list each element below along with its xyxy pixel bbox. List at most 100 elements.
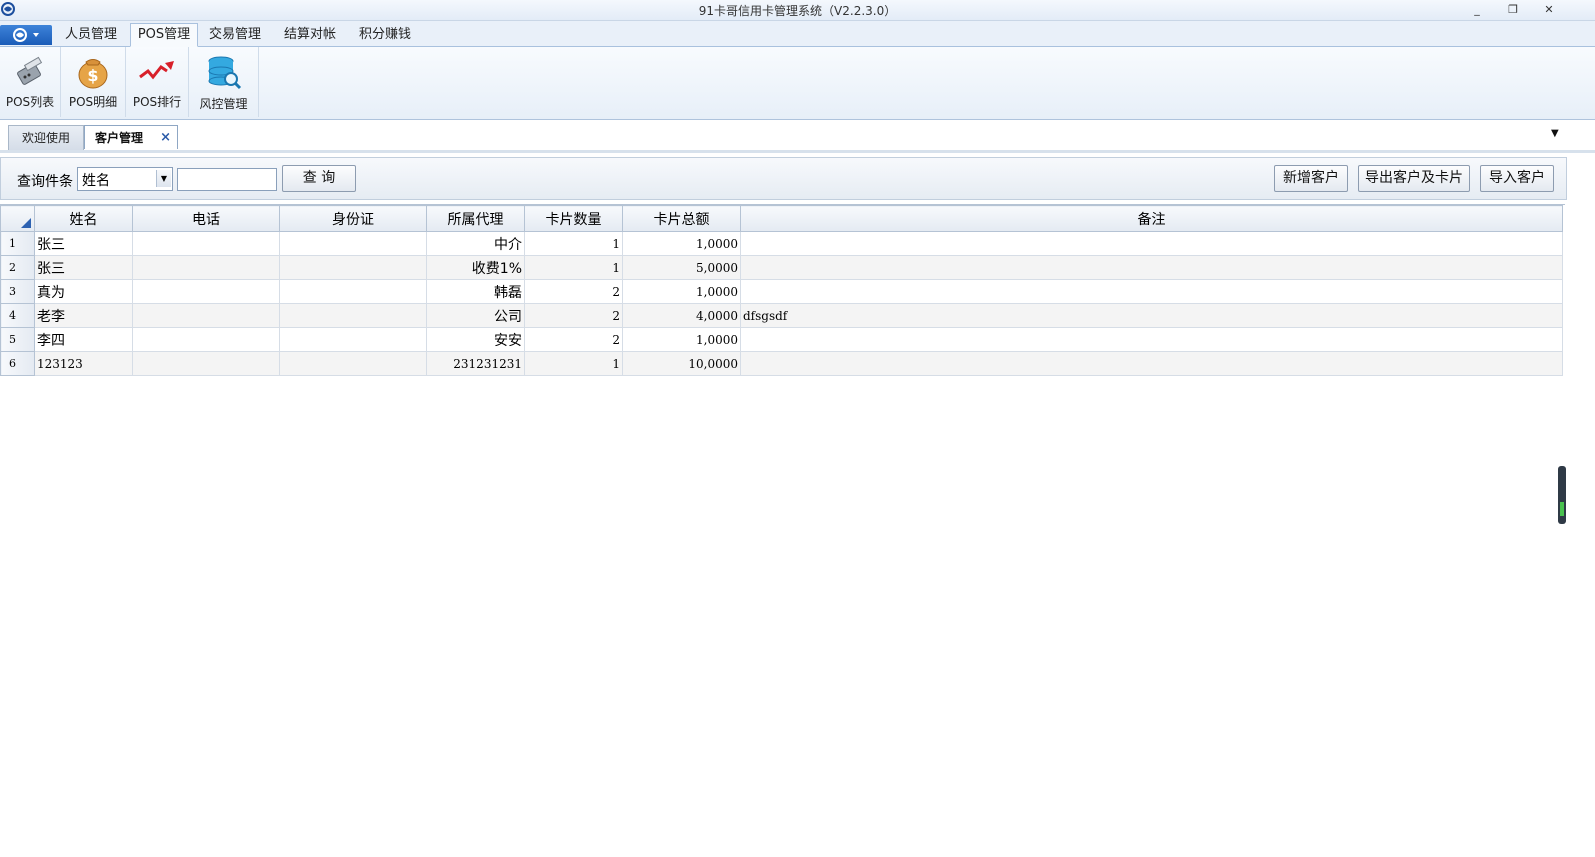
tab-transactions[interactable]: 交易管理 xyxy=(202,24,268,46)
restore-button[interactable]: ❐ xyxy=(1500,1,1526,18)
query-panel: 查询件条 姓名 ▼ 查 询 新增客户 导出客户及卡片 导入客户 xyxy=(0,157,1567,200)
row-number[interactable]: 4 xyxy=(0,303,35,328)
pos-ranking-label: POS排行 xyxy=(132,95,182,109)
row-number[interactable]: 2 xyxy=(0,255,35,280)
cell-card-count[interactable]: 1 xyxy=(524,231,623,256)
pos-list-button[interactable]: POS列表 xyxy=(0,47,61,117)
doc-tab-welcome[interactable]: 欢迎使用 xyxy=(8,125,84,150)
column-header-card-total[interactable]: 卡片总额 xyxy=(622,205,741,232)
add-customer-button[interactable]: 新增客户 xyxy=(1274,165,1348,192)
cell-card-total[interactable]: 4,0000 xyxy=(622,303,741,328)
cell-card-total[interactable]: 10,0000 xyxy=(622,351,741,376)
query-input[interactable] xyxy=(177,168,277,191)
cell-phone[interactable] xyxy=(132,231,280,256)
tab-settlement[interactable]: 结算对帐 xyxy=(277,24,343,46)
cell-name[interactable]: 真为 xyxy=(34,279,133,304)
table-row[interactable]: 2 张三 收费1% 1 5,0000 xyxy=(0,255,1563,280)
table-row[interactable]: 4 老李 公司 2 4,0000 dfsgsdf xyxy=(0,303,1563,328)
search-button[interactable]: 查 询 xyxy=(282,165,356,192)
cell-card-count[interactable]: 1 xyxy=(524,351,623,376)
cell-id-card[interactable] xyxy=(279,351,427,376)
tab-personnel[interactable]: 人员管理 xyxy=(58,24,124,46)
handle-indicator-icon xyxy=(1560,502,1564,516)
title-bar: 91卡哥信用卡管理系统（V2.2.3.0） _ ❐ ✕ xyxy=(0,0,1595,21)
cell-phone[interactable] xyxy=(132,279,280,304)
cell-agent[interactable]: 收费1% xyxy=(426,255,525,280)
pos-detail-button[interactable]: $ POS明细 xyxy=(61,47,126,117)
cell-note[interactable] xyxy=(740,327,1563,352)
cell-name[interactable]: 李四 xyxy=(34,327,133,352)
cell-name[interactable]: 张三 xyxy=(34,231,133,256)
cell-card-total[interactable]: 5,0000 xyxy=(622,255,741,280)
cell-name[interactable]: 123123 xyxy=(34,351,133,376)
query-label: 查询件条 xyxy=(17,174,73,190)
risk-control-button[interactable]: 风控管理 xyxy=(189,47,259,117)
pos-terminal-icon xyxy=(17,56,43,85)
pos-detail-label: POS明细 xyxy=(68,95,118,109)
cell-name[interactable]: 老李 xyxy=(34,303,133,328)
cell-agent[interactable]: 韩磊 xyxy=(426,279,525,304)
app-menu-button[interactable] xyxy=(0,25,52,45)
cell-phone[interactable] xyxy=(132,351,280,376)
cell-phone[interactable] xyxy=(132,255,280,280)
money-bag-icon: $ xyxy=(78,59,108,89)
column-header-name[interactable]: 姓名 xyxy=(34,205,133,232)
minimize-button[interactable]: _ xyxy=(1464,1,1490,18)
tab-pos[interactable]: POS管理 xyxy=(130,23,198,47)
doc-tab-welcome-label: 欢迎使用 xyxy=(21,131,70,145)
window-title: 91卡哥信用卡管理系统（V2.2.3.0） xyxy=(698,4,897,18)
export-customers-button[interactable]: 导出客户及卡片 xyxy=(1358,165,1470,192)
pos-ranking-button[interactable]: POS排行 xyxy=(126,47,189,117)
column-header-id-card[interactable]: 身份证 xyxy=(279,205,427,232)
row-number[interactable]: 6 xyxy=(0,351,35,376)
cell-agent[interactable]: 中介 xyxy=(426,231,525,256)
cell-card-total[interactable]: 1,0000 xyxy=(622,231,741,256)
table-row[interactable]: 5 李四 安安 2 1,0000 xyxy=(0,327,1563,352)
cell-agent[interactable]: 公司 xyxy=(426,303,525,328)
row-number[interactable]: 1 xyxy=(0,231,35,256)
cell-note[interactable] xyxy=(740,255,1563,280)
table-row[interactable]: 1 张三 中介 1 1,0000 xyxy=(0,231,1563,256)
cell-id-card[interactable] xyxy=(279,231,427,256)
cell-note[interactable]: dfsgsdf xyxy=(740,303,1563,328)
cell-card-total[interactable]: 1,0000 xyxy=(622,279,741,304)
cell-phone[interactable] xyxy=(132,327,280,352)
cell-id-card[interactable] xyxy=(279,303,427,328)
database-search-icon xyxy=(208,56,241,90)
column-header-note[interactable]: 备注 xyxy=(740,205,1563,232)
cell-note[interactable] xyxy=(740,351,1563,376)
cell-id-card[interactable] xyxy=(279,255,427,280)
select-all-corner[interactable] xyxy=(0,205,35,232)
chevron-down-icon[interactable]: ▼ xyxy=(156,170,171,187)
cell-card-count[interactable]: 1 xyxy=(524,255,623,280)
import-customers-button[interactable]: 导入客户 xyxy=(1480,165,1554,192)
doc-tab-customers[interactable]: 客户管理 × xyxy=(84,125,178,149)
column-header-card-count[interactable]: 卡片数量 xyxy=(524,205,623,232)
row-number[interactable]: 3 xyxy=(0,279,35,304)
close-window-button[interactable]: ✕ xyxy=(1536,1,1562,18)
cell-agent[interactable]: 231231231 xyxy=(426,351,525,376)
cell-card-count[interactable]: 2 xyxy=(524,327,623,352)
cell-id-card[interactable] xyxy=(279,327,427,352)
tab-points[interactable]: 积分赚钱 xyxy=(352,24,418,46)
cell-card-total[interactable]: 1,0000 xyxy=(622,327,741,352)
document-tab-bar: 欢迎使用 客户管理 × ▼ xyxy=(0,120,1595,153)
row-number[interactable]: 5 xyxy=(0,327,35,352)
tab-list-dropdown-icon[interactable]: ▼ xyxy=(1551,128,1563,140)
cell-id-card[interactable] xyxy=(279,279,427,304)
close-tab-icon[interactable]: × xyxy=(160,126,171,150)
cell-card-count[interactable]: 2 xyxy=(524,279,623,304)
query-field-select[interactable]: 姓名 ▼ xyxy=(77,167,173,191)
table-row[interactable]: 3 真为 韩磊 2 1,0000 xyxy=(0,279,1563,304)
cell-card-count[interactable]: 2 xyxy=(524,303,623,328)
column-header-agent[interactable]: 所属代理 xyxy=(426,205,525,232)
side-panel-handle[interactable] xyxy=(1558,466,1566,524)
cell-name[interactable]: 张三 xyxy=(34,255,133,280)
cell-agent[interactable]: 安安 xyxy=(426,327,525,352)
cell-note[interactable] xyxy=(740,279,1563,304)
cell-phone[interactable] xyxy=(132,303,280,328)
cell-note[interactable] xyxy=(740,231,1563,256)
svg-text:$: $ xyxy=(87,66,98,85)
column-header-phone[interactable]: 电话 xyxy=(132,205,280,232)
table-row[interactable]: 6 123123 231231231 1 10,0000 xyxy=(0,351,1563,376)
